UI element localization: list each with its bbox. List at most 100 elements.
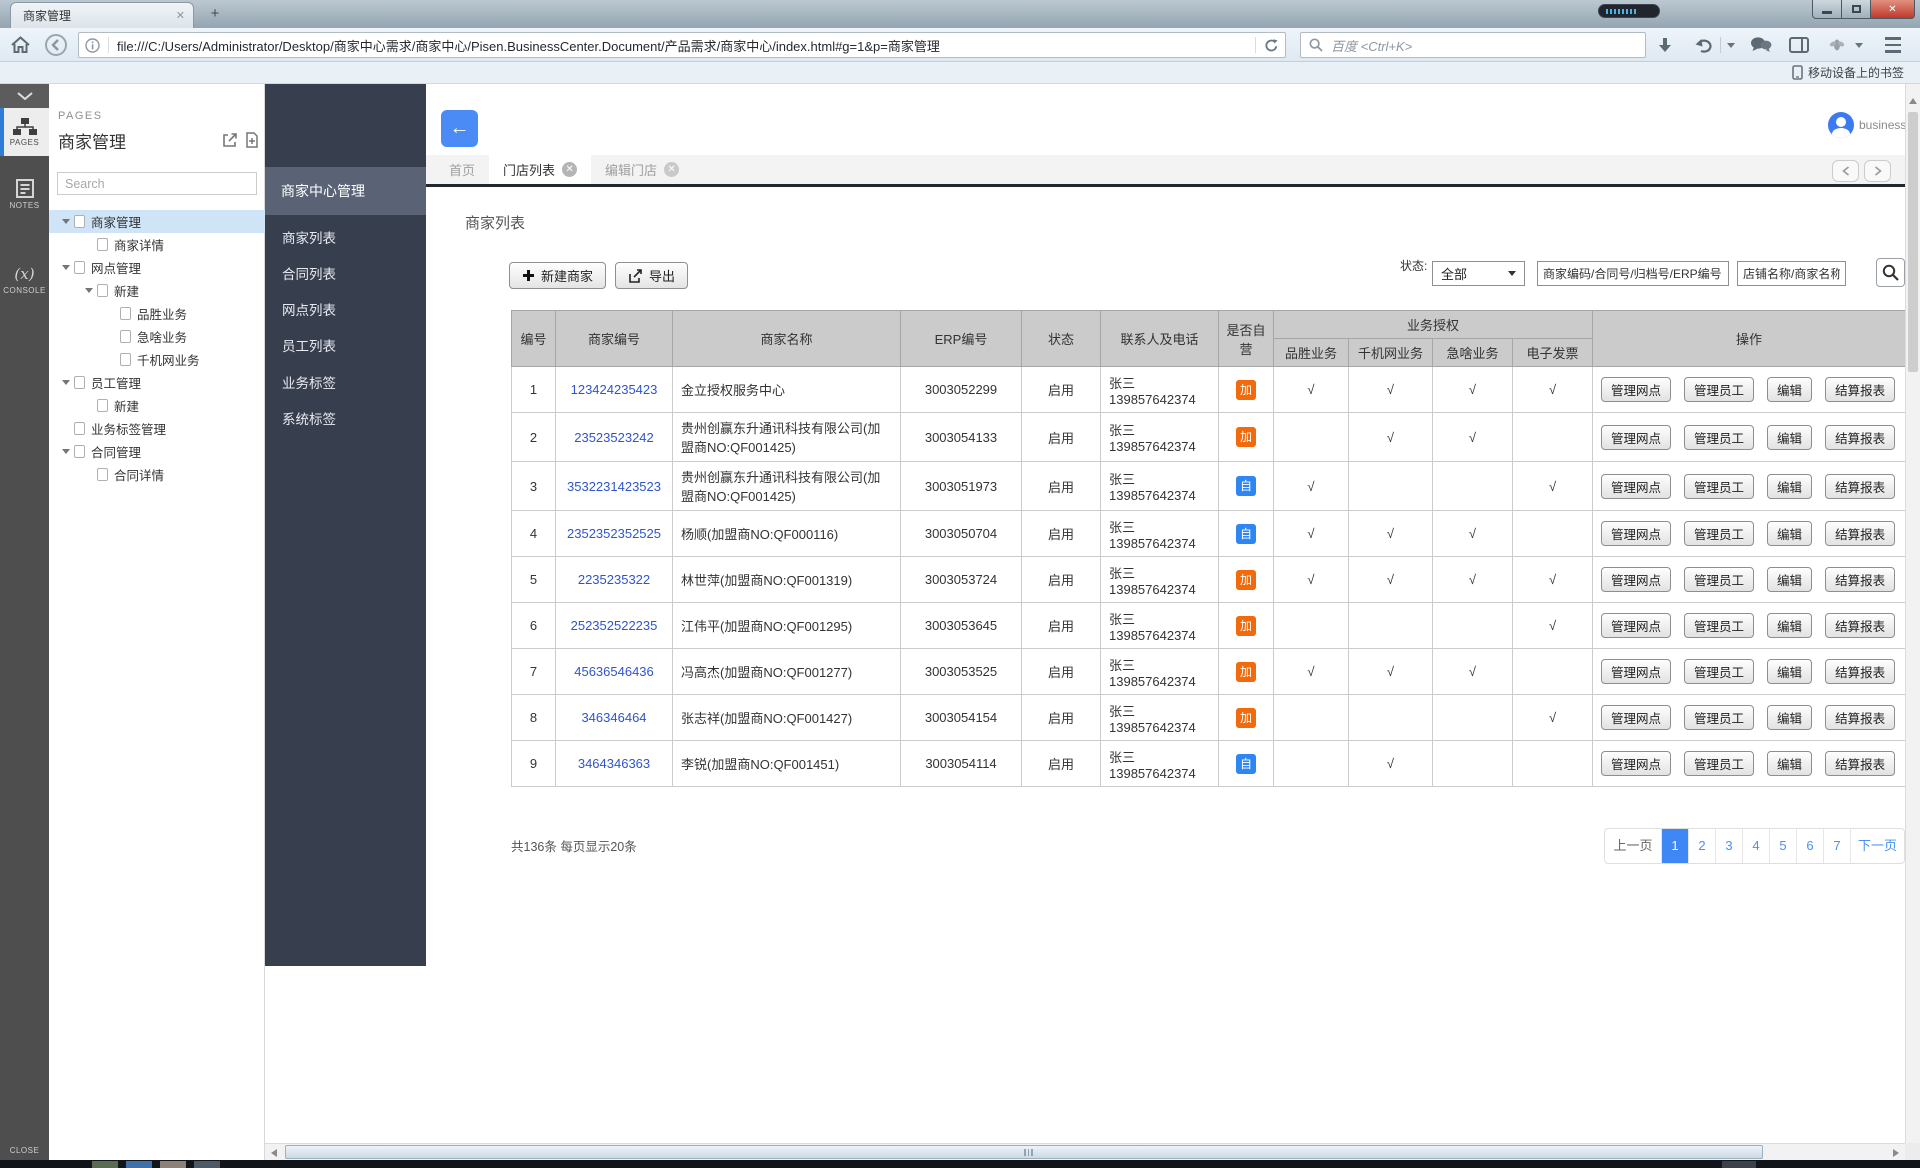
settlement-report-button[interactable]: 结算报表 bbox=[1825, 521, 1895, 546]
tree-item[interactable]: 员工管理 bbox=[49, 371, 265, 394]
edit-button[interactable]: 编辑 bbox=[1767, 705, 1812, 730]
browser-tab[interactable]: 商家管理 ✕ bbox=[10, 2, 194, 28]
nav-item-business-tags[interactable]: 业务标签 bbox=[265, 370, 426, 398]
collapse-panel-button[interactable] bbox=[0, 84, 49, 108]
tree-item[interactable]: 新建 bbox=[49, 394, 265, 417]
nav-item-contract-list[interactable]: 合同列表 bbox=[265, 261, 426, 289]
web-search-box[interactable]: 百度 <Ctrl+K> bbox=[1300, 32, 1646, 58]
store-name-input[interactable] bbox=[1737, 261, 1846, 286]
settlement-report-button[interactable]: 结算报表 bbox=[1825, 474, 1895, 499]
manage-employees-button[interactable]: 管理员工 bbox=[1684, 474, 1754, 499]
new-tab-button[interactable]: + bbox=[202, 5, 228, 24]
plugin-menu-caret-icon[interactable] bbox=[1851, 34, 1867, 56]
manage-outlets-button[interactable]: 管理网点 bbox=[1601, 521, 1671, 546]
merchant-id-link[interactable]: 252352522235 bbox=[571, 618, 658, 633]
vertical-scrollbar[interactable] bbox=[1905, 84, 1920, 1143]
settlement-report-button[interactable]: 结算报表 bbox=[1825, 567, 1895, 592]
rail-item-notes[interactable]: NOTES bbox=[0, 170, 49, 218]
pages-search[interactable] bbox=[57, 172, 257, 195]
merchant-id-link[interactable]: 3464346363 bbox=[578, 756, 650, 771]
add-page-icon[interactable] bbox=[244, 132, 260, 148]
manage-outlets-button[interactable]: 管理网点 bbox=[1601, 474, 1671, 499]
settlement-report-button[interactable]: 结算报表 bbox=[1825, 659, 1895, 684]
page-button-2[interactable]: 2 bbox=[1688, 829, 1715, 863]
plugin-icon[interactable] bbox=[1824, 34, 1850, 56]
manage-outlets-button[interactable]: 管理网点 bbox=[1601, 751, 1671, 776]
tree-item[interactable]: 合同详情 bbox=[49, 463, 265, 486]
url-text[interactable]: file:///C:/Users/Administrator/Desktop/商… bbox=[117, 36, 1247, 55]
merchant-id-link[interactable]: 45636546436 bbox=[574, 664, 654, 679]
tree-item[interactable]: 商家详情 bbox=[49, 233, 265, 256]
manage-employees-button[interactable]: 管理员工 bbox=[1684, 659, 1754, 684]
rail-item-console[interactable]: (x) CONSOLE bbox=[0, 256, 49, 304]
edit-button[interactable]: 编辑 bbox=[1767, 377, 1812, 402]
manage-outlets-button[interactable]: 管理网点 bbox=[1601, 705, 1671, 730]
manage-employees-button[interactable]: 管理员工 bbox=[1684, 521, 1754, 546]
avatar[interactable] bbox=[1828, 112, 1854, 138]
horizontal-scrollbar[interactable] bbox=[265, 1143, 1905, 1160]
manage-employees-button[interactable]: 管理员工 bbox=[1684, 705, 1754, 730]
close-button[interactable]: ✕ bbox=[1871, 0, 1915, 19]
caret-down-icon[interactable] bbox=[62, 265, 70, 270]
merchant-id-link[interactable]: 123424235423 bbox=[571, 382, 658, 397]
rail-item-pages[interactable]: PAGES bbox=[0, 108, 49, 156]
tree-item[interactable]: 网点管理 bbox=[49, 256, 265, 279]
minimize-button[interactable] bbox=[1812, 0, 1842, 19]
manage-outlets-button[interactable]: 管理网点 bbox=[1601, 377, 1671, 402]
edit-button[interactable]: 编辑 bbox=[1767, 659, 1812, 684]
reload-icon[interactable] bbox=[1264, 38, 1279, 53]
tree-item[interactable]: 业务标签管理 bbox=[49, 417, 265, 440]
undo-menu-caret-icon[interactable] bbox=[1723, 34, 1739, 56]
page-button-3[interactable]: 3 bbox=[1715, 829, 1742, 863]
download-icon[interactable] bbox=[1652, 34, 1678, 56]
menu-icon[interactable] bbox=[1880, 34, 1906, 56]
pages-search-input[interactable] bbox=[57, 172, 257, 195]
tabs-scroll-right-button[interactable] bbox=[1864, 160, 1891, 182]
taskbar-item[interactable] bbox=[160, 1161, 186, 1168]
back-icon[interactable] bbox=[44, 33, 68, 57]
taskbar-tray[interactable] bbox=[1722, 1161, 1756, 1168]
tree-item[interactable]: 商家管理 bbox=[49, 210, 265, 233]
scroll-up-icon[interactable] bbox=[1909, 98, 1917, 104]
horizontal-scroll-thumb[interactable] bbox=[285, 1145, 1763, 1159]
prev-page-button[interactable]: 上一页 bbox=[1605, 829, 1661, 863]
tab-store-list[interactable]: 门店列表 ✕ bbox=[489, 155, 591, 184]
settlement-report-button[interactable]: 结算报表 bbox=[1825, 751, 1895, 776]
page-button-7[interactable]: 7 bbox=[1823, 829, 1850, 863]
undo-icon[interactable] bbox=[1690, 34, 1716, 56]
merchant-id-link[interactable]: 2235235322 bbox=[578, 572, 650, 587]
back-button[interactable]: ← bbox=[441, 110, 478, 147]
sidebar-toggle-icon[interactable] bbox=[1786, 34, 1812, 56]
export-button[interactable]: 导出 bbox=[615, 262, 688, 289]
merchant-code-input[interactable] bbox=[1537, 261, 1729, 286]
taskbar-item[interactable] bbox=[92, 1161, 118, 1168]
manage-outlets-button[interactable]: 管理网点 bbox=[1601, 567, 1671, 592]
settlement-report-button[interactable]: 结算报表 bbox=[1825, 613, 1895, 638]
manage-employees-button[interactable]: 管理员工 bbox=[1684, 613, 1754, 638]
edit-button[interactable]: 编辑 bbox=[1767, 751, 1812, 776]
mobile-bookmarks-item[interactable]: 移动设备上的书签 bbox=[1792, 64, 1904, 81]
new-merchant-button[interactable]: 新建商家 bbox=[509, 262, 606, 289]
caret-down-icon[interactable] bbox=[85, 288, 93, 293]
windows-taskbar[interactable] bbox=[0, 1160, 1920, 1168]
page-button-5[interactable]: 5 bbox=[1769, 829, 1796, 863]
caret-down-icon[interactable] bbox=[62, 219, 70, 224]
caret-down-icon[interactable] bbox=[62, 449, 70, 454]
tree-item[interactable]: 品胜业务 bbox=[49, 302, 265, 325]
page-button-1[interactable]: 1 bbox=[1661, 829, 1688, 863]
scroll-left-icon[interactable] bbox=[271, 1149, 277, 1157]
page-button-4[interactable]: 4 bbox=[1742, 829, 1769, 863]
settlement-report-button[interactable]: 结算报表 bbox=[1825, 425, 1895, 450]
merchant-id-link[interactable]: 23523523242 bbox=[574, 430, 654, 445]
nav-item-merchant-list[interactable]: 商家列表 bbox=[265, 225, 426, 253]
edit-button[interactable]: 编辑 bbox=[1767, 613, 1812, 638]
settlement-report-button[interactable]: 结算报表 bbox=[1825, 705, 1895, 730]
info-icon[interactable] bbox=[85, 38, 100, 53]
merchant-id-link[interactable]: 3532231423523 bbox=[567, 479, 661, 494]
manage-employees-button[interactable]: 管理员工 bbox=[1684, 567, 1754, 592]
tabs-scroll-left-button[interactable] bbox=[1832, 160, 1859, 182]
manage-outlets-button[interactable]: 管理网点 bbox=[1601, 425, 1671, 450]
manage-employees-button[interactable]: 管理员工 bbox=[1684, 751, 1754, 776]
merchant-id-link[interactable]: 2352352352525 bbox=[567, 526, 661, 541]
manage-outlets-button[interactable]: 管理网点 bbox=[1601, 659, 1671, 684]
